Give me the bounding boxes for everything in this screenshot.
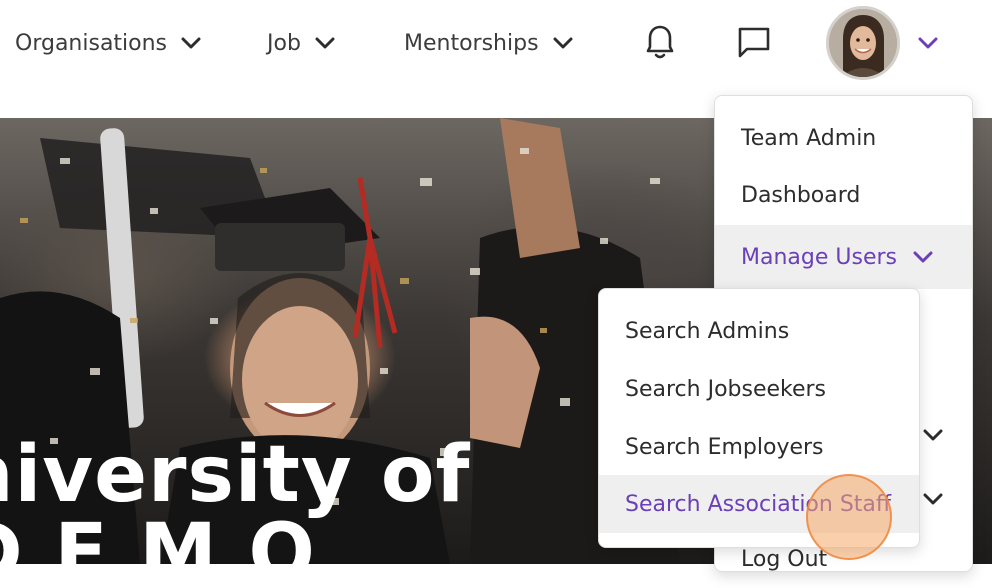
chevron-down-icon bbox=[181, 36, 201, 50]
menu-item-label: Team Admin bbox=[741, 125, 877, 151]
chevron-down-icon bbox=[918, 35, 938, 54]
menu-item-label: Manage Users bbox=[741, 244, 897, 270]
nav-job-label: Job bbox=[267, 30, 301, 56]
hero-title: niversity of D.E.M.O. bbox=[0, 436, 470, 564]
hero-title-line1: niversity of bbox=[0, 430, 471, 520]
chevron-down-icon bbox=[315, 36, 335, 50]
nav-organisations-label: Organisations bbox=[15, 30, 168, 56]
chevron-down-icon[interactable] bbox=[923, 428, 943, 442]
submenu-item-search-association-staff[interactable]: Search Association Staff bbox=[599, 475, 919, 533]
chevron-down-icon bbox=[553, 36, 573, 50]
messages-button[interactable] bbox=[734, 24, 774, 64]
bell-icon bbox=[642, 23, 678, 65]
user-menu-toggle[interactable] bbox=[914, 32, 942, 56]
menu-item-label: Dashboard bbox=[741, 182, 861, 208]
user-avatar[interactable] bbox=[826, 6, 900, 80]
submenu-item-search-jobseekers[interactable]: Search Jobseekers bbox=[599, 360, 919, 418]
chevron-down-icon[interactable] bbox=[923, 492, 943, 506]
menu-item-manage-users[interactable]: Manage Users bbox=[715, 225, 972, 289]
menu-item-label: Log Out bbox=[741, 546, 828, 572]
submenu-item-label: Search Association Staff bbox=[625, 491, 892, 517]
submenu-item-label: Search Jobseekers bbox=[625, 376, 827, 402]
hero-title-line2: D.E.M.O. bbox=[0, 508, 345, 564]
submenu-item-search-employers[interactable]: Search Employers bbox=[599, 418, 919, 476]
nav-mentorships-label: Mentorships bbox=[404, 30, 539, 56]
manage-users-submenu: Search Admins Search Jobseekers Search E… bbox=[598, 288, 920, 548]
submenu-item-label: Search Employers bbox=[625, 434, 824, 460]
submenu-item-search-admins[interactable]: Search Admins bbox=[599, 302, 919, 360]
submenu-item-label: Search Admins bbox=[625, 318, 790, 344]
avatar-photo bbox=[829, 9, 897, 77]
menu-item-team-admin[interactable]: Team Admin bbox=[715, 109, 972, 167]
top-navbar: Organisations Job Mentorships bbox=[0, 0, 992, 88]
menu-item-dashboard[interactable]: Dashboard bbox=[715, 166, 972, 224]
chevron-down-icon bbox=[913, 250, 933, 264]
chat-icon bbox=[736, 24, 772, 64]
nav-job[interactable]: Job bbox=[267, 26, 335, 60]
nav-organisations[interactable]: Organisations bbox=[15, 26, 201, 60]
notifications-button[interactable] bbox=[640, 24, 680, 64]
nav-mentorships[interactable]: Mentorships bbox=[404, 26, 573, 60]
